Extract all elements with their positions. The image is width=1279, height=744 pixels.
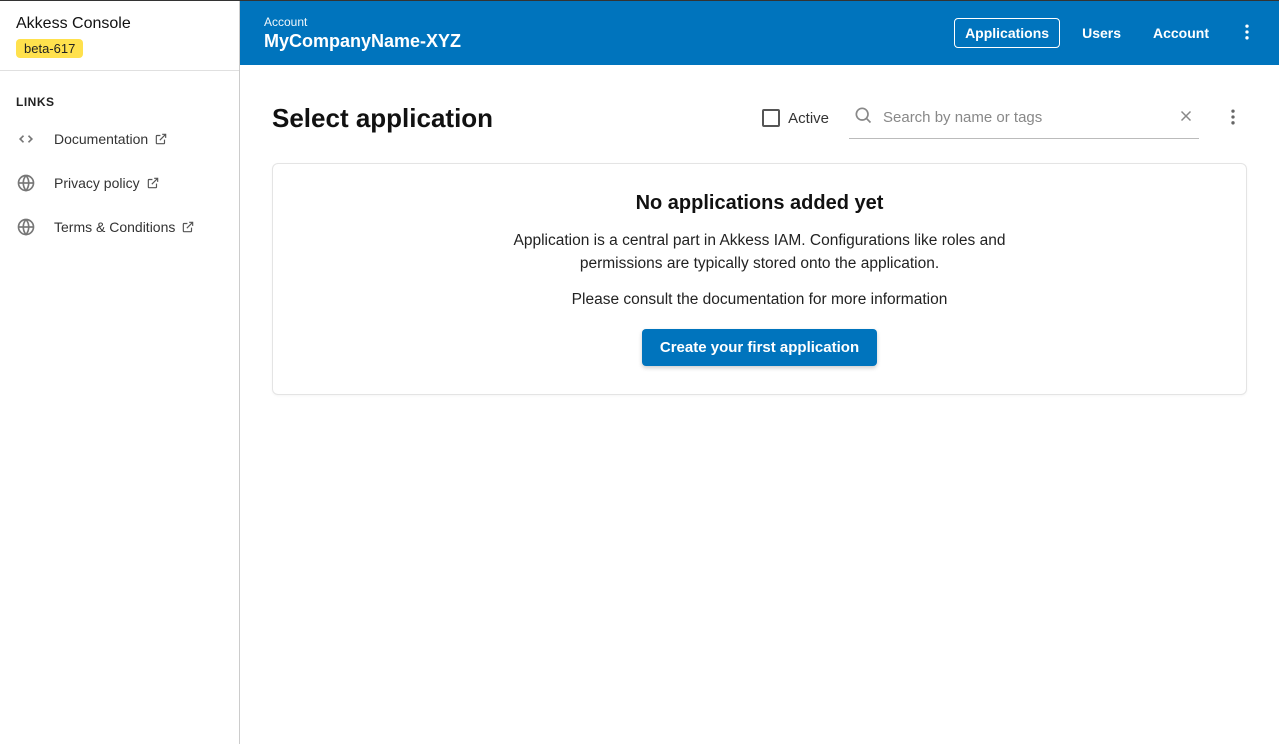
checkbox-icon[interactable] bbox=[762, 109, 780, 127]
sidebar-item-documentation[interactable]: Documentation bbox=[0, 117, 239, 161]
sidebar: Akkess Console beta-617 LINKS Documentat… bbox=[0, 1, 240, 744]
page-title: Select application bbox=[272, 103, 742, 134]
empty-state-text-2: Please consult the documentation for mor… bbox=[480, 288, 1040, 311]
topbar-more-button[interactable] bbox=[1231, 16, 1263, 51]
content: Select application Active No application… bbox=[240, 65, 1279, 744]
external-link-icon bbox=[181, 220, 195, 234]
version-badge: beta-617 bbox=[16, 39, 83, 58]
topbar: Account MyCompanyName-XYZ Applications U… bbox=[240, 1, 1279, 65]
external-link-icon bbox=[146, 176, 160, 190]
clear-search-button[interactable] bbox=[1173, 103, 1199, 132]
app-title: Akkess Console bbox=[16, 15, 223, 33]
sidebar-header: Akkess Console beta-617 bbox=[0, 1, 239, 71]
empty-state-text-1: Application is a central part in Akkess … bbox=[480, 229, 1040, 276]
links-heading: LINKS bbox=[0, 71, 239, 117]
active-filter[interactable]: Active bbox=[762, 109, 829, 127]
topbar-nav: Applications Users Account bbox=[954, 16, 1263, 51]
create-application-button[interactable]: Create your first application bbox=[642, 329, 877, 366]
search-icon bbox=[849, 101, 877, 134]
sidebar-item-terms[interactable]: Terms & Conditions bbox=[0, 205, 239, 249]
empty-state-title: No applications added yet bbox=[305, 192, 1214, 215]
more-vert-icon bbox=[1237, 22, 1257, 42]
nav-users[interactable]: Users bbox=[1072, 19, 1131, 47]
nav-applications[interactable]: Applications bbox=[954, 18, 1060, 48]
account-name: MyCompanyName-XYZ bbox=[264, 31, 954, 52]
list-more-button[interactable] bbox=[1219, 103, 1247, 134]
sidebar-item-label: Terms & Conditions bbox=[54, 219, 175, 235]
globe-icon bbox=[16, 173, 36, 193]
main: Account MyCompanyName-XYZ Applications U… bbox=[240, 1, 1279, 744]
search-input[interactable] bbox=[877, 105, 1173, 130]
search-field bbox=[849, 97, 1199, 139]
close-icon bbox=[1177, 107, 1195, 125]
empty-state-card: No applications added yet Application is… bbox=[272, 163, 1247, 395]
nav-account[interactable]: Account bbox=[1143, 19, 1219, 47]
code-icon bbox=[16, 129, 36, 149]
sidebar-item-privacy[interactable]: Privacy policy bbox=[0, 161, 239, 205]
sidebar-item-label: Documentation bbox=[54, 131, 148, 147]
external-link-icon bbox=[154, 132, 168, 146]
content-header: Select application Active bbox=[272, 97, 1247, 139]
globe-icon bbox=[16, 217, 36, 237]
active-filter-label: Active bbox=[788, 110, 829, 127]
account-label: Account bbox=[264, 15, 954, 29]
more-vert-icon bbox=[1223, 107, 1243, 127]
topbar-left: Account MyCompanyName-XYZ bbox=[264, 15, 954, 52]
sidebar-item-label: Privacy policy bbox=[54, 175, 140, 191]
